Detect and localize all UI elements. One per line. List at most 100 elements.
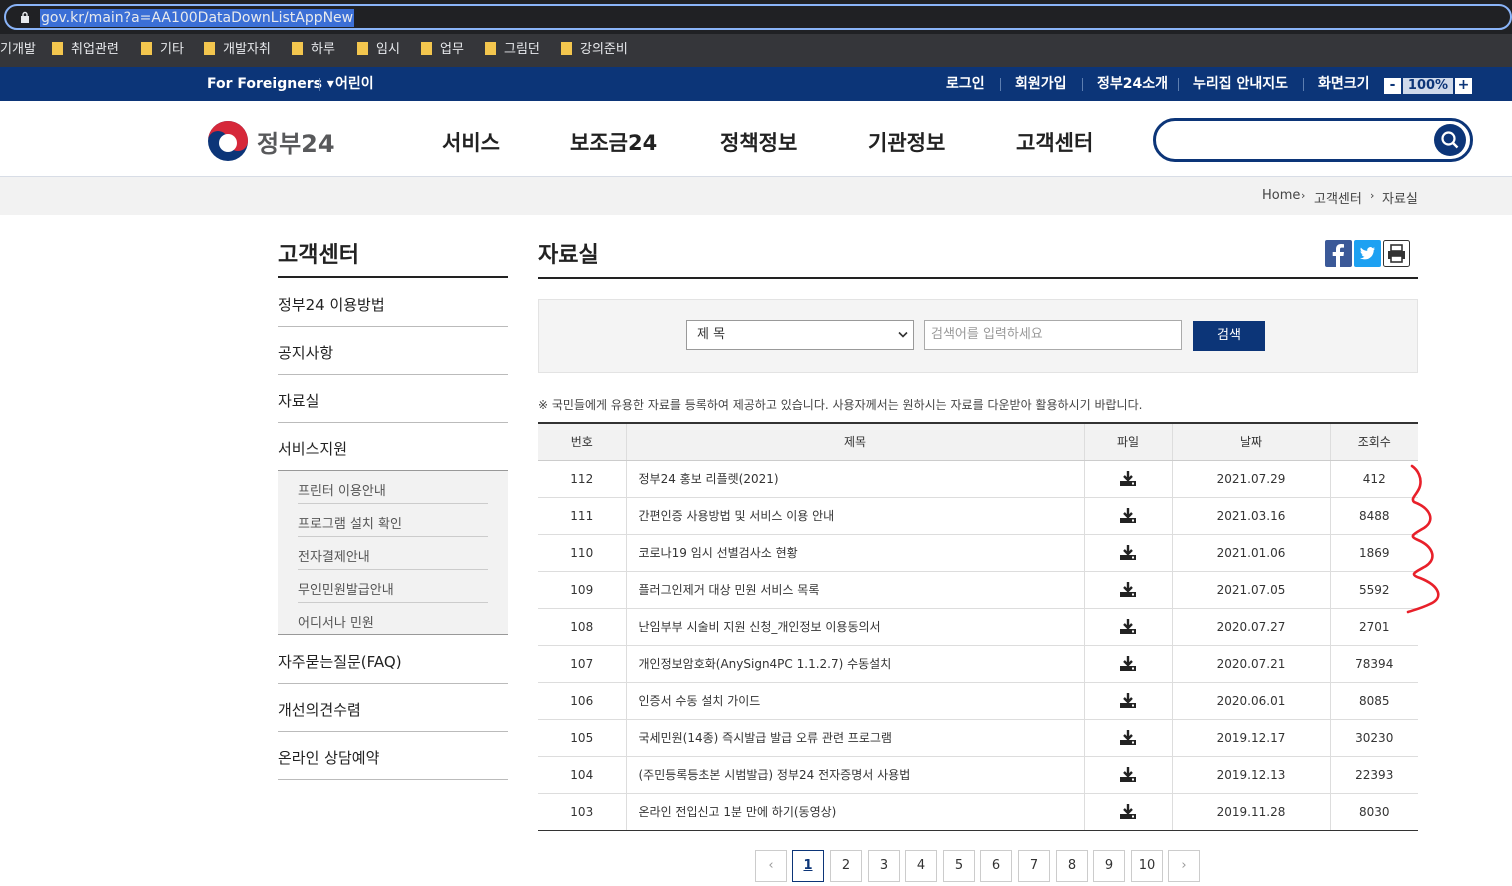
separator [1082,78,1083,91]
gnb-customer-center[interactable]: 고객센터 [1016,127,1093,157]
lnb-item-faq[interactable]: 자주묻는질문(FAQ) [278,651,402,672]
row-file-download[interactable] [1083,460,1172,498]
bookmark-item[interactable]: 개발자취 [204,41,271,59]
gnb-policy[interactable]: 정책정보 [720,127,797,157]
lnb-subitem-program-check[interactable]: 프로그램 설치 확인 [298,513,402,532]
sitemap-link[interactable]: 누리집 안내지도 [1193,75,1288,93]
download-icon [1120,804,1136,819]
zoom-in-button[interactable]: + [1455,78,1472,94]
row-views: 30230 [1329,719,1418,757]
bookmark-item[interactable]: 기개발 [0,41,36,59]
breadcrumb-home[interactable]: Home [1262,188,1300,203]
pagination-page-4[interactable]: 4 [905,850,937,882]
row-title-link[interactable]: 간편인증 사용방법 및 서비스 이용 안내 [625,497,1084,535]
search-icon [1441,131,1459,149]
divider [298,602,488,603]
col-header-file: 파일 [1083,422,1172,461]
bookmark-item[interactable]: 강의준비 [561,41,628,59]
lnb-item-service-support[interactable]: 서비스지원 [278,438,347,459]
bookmark-item[interactable]: 업무 [421,41,464,59]
search-button[interactable]: 검색 [1193,321,1265,351]
site-search-input[interactable] [1153,118,1473,162]
search-field-select[interactable]: 제 목 [686,320,914,350]
row-file-download[interactable] [1083,571,1172,609]
taegeuk-logo-icon[interactable] [207,120,249,162]
handwritten-annotation [1406,464,1440,614]
download-icon [1120,619,1136,634]
breadcrumb-current: 자료실 [1382,192,1418,207]
col-header-views: 조회수 [1329,422,1418,461]
keyword-input[interactable]: 검색어를 입력하세요 [924,320,1182,350]
site-logo-text[interactable]: 정부24 [257,124,335,159]
row-number: 107 [538,645,626,683]
gnb-services[interactable]: 서비스 [442,127,500,157]
pagination-page-2[interactable]: 2 [830,850,862,882]
pagination-page-10[interactable]: 10 [1131,850,1163,882]
gnb-agency[interactable]: 기관정보 [868,127,945,157]
row-title-link[interactable]: 난임부부 시술비 지원 신청_개인정보 이용동의서 [625,608,1084,646]
download-icon [1120,693,1136,708]
lnb-item-howto[interactable]: 정부24 이용방법 [278,294,385,315]
gnb-subsidy[interactable]: 보조금24 [570,127,657,157]
zoom-out-button[interactable]: - [1384,78,1401,94]
row-file-download[interactable] [1083,682,1172,720]
row-file-download[interactable] [1083,497,1172,535]
row-number: 109 [538,571,626,609]
pagination-page-6[interactable]: 6 [980,850,1012,882]
lnb-subitem-payment[interactable]: 전자결제안내 [298,546,370,565]
bookmark-item[interactable]: 그림던 [485,41,540,59]
divider [278,422,508,423]
lnb-item-archive[interactable]: 자료실 [278,390,319,411]
lnb-item-notice[interactable]: 공지사항 [278,342,333,363]
url-field[interactable]: gov.kr/main?a=AA100DataDownListAppNew [4,4,1512,30]
print-icon[interactable] [1383,240,1410,267]
lnb-subitem-kiosk[interactable]: 무인민원발급안내 [298,579,394,598]
lnb-subitem-anywhere[interactable]: 어디서나 민원 [298,612,374,631]
row-title-link[interactable]: 플러그인제거 대상 민원 서비스 목록 [625,571,1084,609]
archive-table: 번호 제목 파일 날짜 조회수 112 정부24 홍보 리플렛(2021) 2021… [538,422,1418,831]
row-title-link[interactable]: 정부24 홍보 리플렛(2021) [625,460,1084,498]
row-title-link[interactable]: 인증서 수동 설치 가이드 [625,682,1084,720]
pagination-prev-button[interactable]: ‹ [755,850,787,882]
breadcrumb-customer-center[interactable]: 고객센터 [1314,188,1362,207]
lnb-subitem-printer[interactable]: 프린터 이용안내 [298,480,386,499]
bookmark-item[interactable]: 임시 [357,41,400,59]
row-file-download[interactable] [1083,756,1172,794]
site-search-button[interactable] [1434,124,1466,156]
row-file-download[interactable] [1083,534,1172,572]
for-foreigners-link[interactable]: For Foreigners ▾ [207,75,334,93]
lnb-item-feedback[interactable]: 개선의견수렴 [278,699,361,720]
row-title-link[interactable]: 국세민원(14종) 즉시발급 발급 오류 관련 프로그램 [625,719,1084,757]
lnb-item-consult[interactable]: 온라인 상담예약 [278,747,379,768]
row-file-download[interactable] [1083,719,1172,757]
row-title-link[interactable]: (주민등록등초본 시범발급) 정부24 전자증명서 사용법 [625,756,1084,794]
login-link[interactable]: 로그인 [946,75,985,93]
row-title-link[interactable]: 코로나19 임시 선별검사소 현황 [625,534,1084,572]
pagination-next-button[interactable]: › [1168,850,1200,882]
folder-icon [561,42,572,55]
bookmark-item[interactable]: 하루 [292,41,335,59]
about-link[interactable]: 정부24소개 [1097,75,1168,93]
table-row: 105 국세민원(14종) 즉시발급 발급 오류 관련 프로그램 2019.12.1… [538,719,1418,757]
row-title-link[interactable]: 온라인 전입신고 1분 만에 하기(동영상) [625,793,1084,831]
row-title-link[interactable]: 개인정보암호화(AnySign4PC 1.1.2.7) 수동설치 [625,645,1084,683]
url-text[interactable]: gov.kr/main?a=AA100DataDownListAppNew [40,9,355,27]
bookmark-item[interactable]: 기타 [141,41,184,59]
pagination-page-9[interactable]: 9 [1093,850,1125,882]
pagination-page-7[interactable]: 7 [1018,850,1050,882]
bookmark-item[interactable]: 취업관련 [52,41,119,59]
twitter-icon[interactable] [1354,240,1381,267]
join-link[interactable]: 회원가입 [1015,75,1067,93]
row-number: 103 [538,793,626,831]
row-file-download[interactable] [1083,793,1172,831]
chevron-right-icon: › [1301,189,1306,202]
pagination-page-8[interactable]: 8 [1056,850,1088,882]
pagination-page-3[interactable]: 3 [868,850,900,882]
row-file-download[interactable] [1083,645,1172,683]
pagination-page-5[interactable]: 5 [943,850,975,882]
kids-link[interactable]: 어린이 [335,75,374,93]
row-file-download[interactable] [1083,608,1172,646]
pagination-page-1[interactable]: 1 [792,850,824,882]
chevron-right-icon: › [1370,189,1375,202]
facebook-icon[interactable] [1325,240,1352,267]
